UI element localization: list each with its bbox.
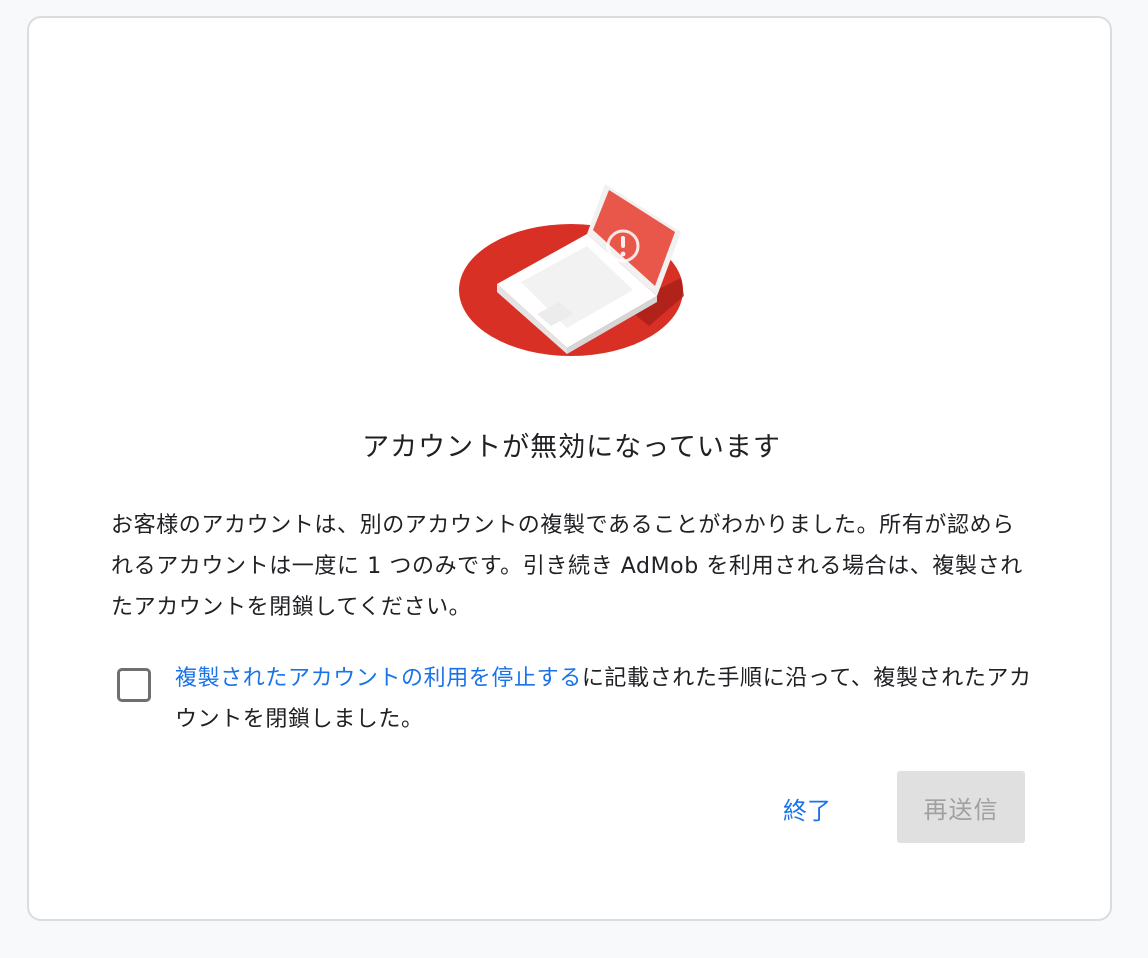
confirm-checkbox[interactable]: [117, 668, 151, 702]
stop-using-duplicate-account-link[interactable]: 複製されたアカウントの利用を停止する: [175, 666, 582, 691]
exit-button[interactable]: 終了: [773, 788, 841, 834]
laptop-warning-icon: [459, 184, 684, 356]
dialog-body-text: お客様のアカウントは、別のアカウントの複製であることがわかりました。所有が認めら…: [111, 513, 1023, 620]
resend-button[interactable]: 再送信: [897, 771, 1025, 843]
dialog-title: アカウントが無効になっています: [362, 432, 781, 463]
account-disabled-dialog: アカウントが無効になっています お客様のアカウントは、別のアカウントの複製である…: [27, 16, 1112, 921]
confirm-text: 複製されたアカウントの利用を停止するに記載された手順に沿って、複製されたアカウン…: [175, 658, 1045, 740]
